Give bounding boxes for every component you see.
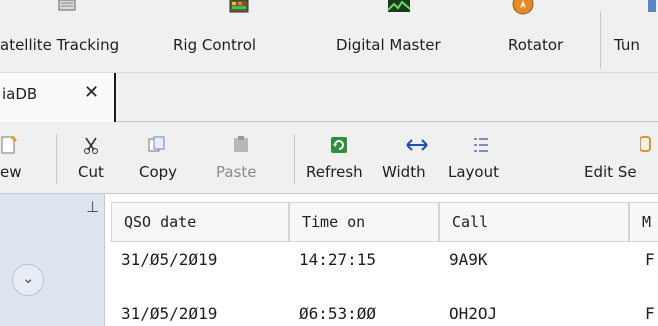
resize-width-icon	[406, 139, 428, 151]
toolbar: ew Cut Copy Paste Refresh Width Layout E…	[0, 122, 658, 194]
refresh-button[interactable]: Refresh	[302, 122, 374, 194]
qso-grid: QSO date Time on Call M 31/Ø5/2Ø19 14:27…	[104, 194, 658, 326]
module-label: Digital Master	[336, 36, 441, 54]
table-row[interactable]: 31/Ø5/2Ø19 Ø6:53:ØØ OH2OJ F	[111, 282, 658, 323]
copy-label: Copy	[139, 163, 178, 181]
refresh-label: Refresh	[306, 163, 363, 181]
tab-qsodb[interactable]: iaDB ✕	[0, 73, 116, 122]
module-rig-control[interactable]: Rig Control	[164, 0, 314, 72]
column-header-label: M	[642, 213, 652, 231]
layout-list-icon	[474, 138, 488, 152]
module-tuner[interactable]: Tun	[608, 0, 658, 72]
column-header-label: Call	[452, 213, 489, 231]
module-label: Rotator	[508, 36, 564, 54]
column-header-call[interactable]: Call	[439, 202, 629, 242]
copy-icon	[148, 136, 165, 152]
copy-button[interactable]: Copy	[114, 122, 177, 194]
cell-qso-date: 31/Ø5/2Ø19	[121, 250, 218, 269]
column-header-time-on[interactable]: Time on	[289, 202, 439, 242]
compass-icon	[512, 0, 534, 15]
paste-button[interactable]: Paste	[192, 122, 272, 194]
module-rotator[interactable]: Rotator	[478, 0, 600, 72]
module-label: atellite Tracking	[0, 36, 120, 54]
paste-label: Paste	[216, 163, 257, 181]
toolbar-separator	[56, 134, 57, 184]
cell-call: 9A9K	[449, 250, 488, 269]
column-header-mode[interactable]: M	[629, 202, 658, 242]
module-bar: atellite Tracking Rig Control Digital Ma…	[0, 0, 658, 72]
satellite-icon	[58, 0, 76, 11]
edit-label: Edit Se	[584, 163, 637, 181]
close-icon[interactable]: ✕	[84, 82, 99, 103]
module-separator	[600, 12, 601, 68]
tuner-icon	[648, 0, 656, 12]
new-label: ew	[0, 163, 22, 181]
waveform-icon	[388, 0, 410, 12]
cell-time-on: Ø6:53:ØØ	[299, 304, 377, 323]
module-label: Tun	[614, 36, 640, 54]
cell-call: OH2OJ	[449, 304, 498, 323]
layout-label: Layout	[448, 163, 499, 181]
module-satellite-tracking[interactable]: atellite Tracking	[0, 0, 164, 72]
edit-settings-button[interactable]: Edit Se	[584, 122, 658, 194]
cut-label: Cut	[78, 163, 104, 181]
cell-qso-date: 31/Ø5/2Ø19	[121, 304, 218, 323]
column-header-label: Time on	[302, 213, 366, 231]
document-tab-strip: iaDB ✕	[0, 72, 658, 122]
new-button[interactable]: ew	[0, 122, 54, 194]
table-row[interactable]: 31/Ø5/2Ø19 14:27:15 9A9K F	[111, 242, 658, 282]
rig-icon	[229, 0, 249, 13]
navigation-pane: ⊥ ⌄	[0, 194, 104, 326]
module-label: Rig Control	[173, 36, 257, 54]
new-icon	[1, 136, 18, 154]
column-header-label: QSO date	[124, 213, 197, 231]
width-button[interactable]: Width	[376, 122, 442, 194]
cut-button[interactable]: Cut	[64, 122, 114, 194]
module-digital-master[interactable]: Digital Master	[314, 0, 478, 72]
column-header-qso-date[interactable]: QSO date	[111, 202, 289, 242]
cell-mode: F	[645, 304, 655, 323]
expand-button[interactable]: ⌄	[12, 264, 44, 296]
refresh-icon	[331, 137, 347, 153]
cell-mode: F	[645, 250, 655, 269]
layout-button[interactable]: Layout	[442, 122, 512, 194]
pin-icon[interactable]: ⊥	[86, 198, 99, 216]
toolbar-separator	[294, 134, 295, 184]
edit-icon	[640, 136, 651, 152]
tab-label: iaDB	[2, 85, 38, 103]
scissors-icon	[84, 137, 98, 154]
chevron-down-icon: ⌄	[22, 269, 35, 287]
paste-icon	[234, 136, 248, 152]
width-label: Width	[382, 163, 426, 181]
cell-time-on: 14:27:15	[299, 250, 377, 269]
